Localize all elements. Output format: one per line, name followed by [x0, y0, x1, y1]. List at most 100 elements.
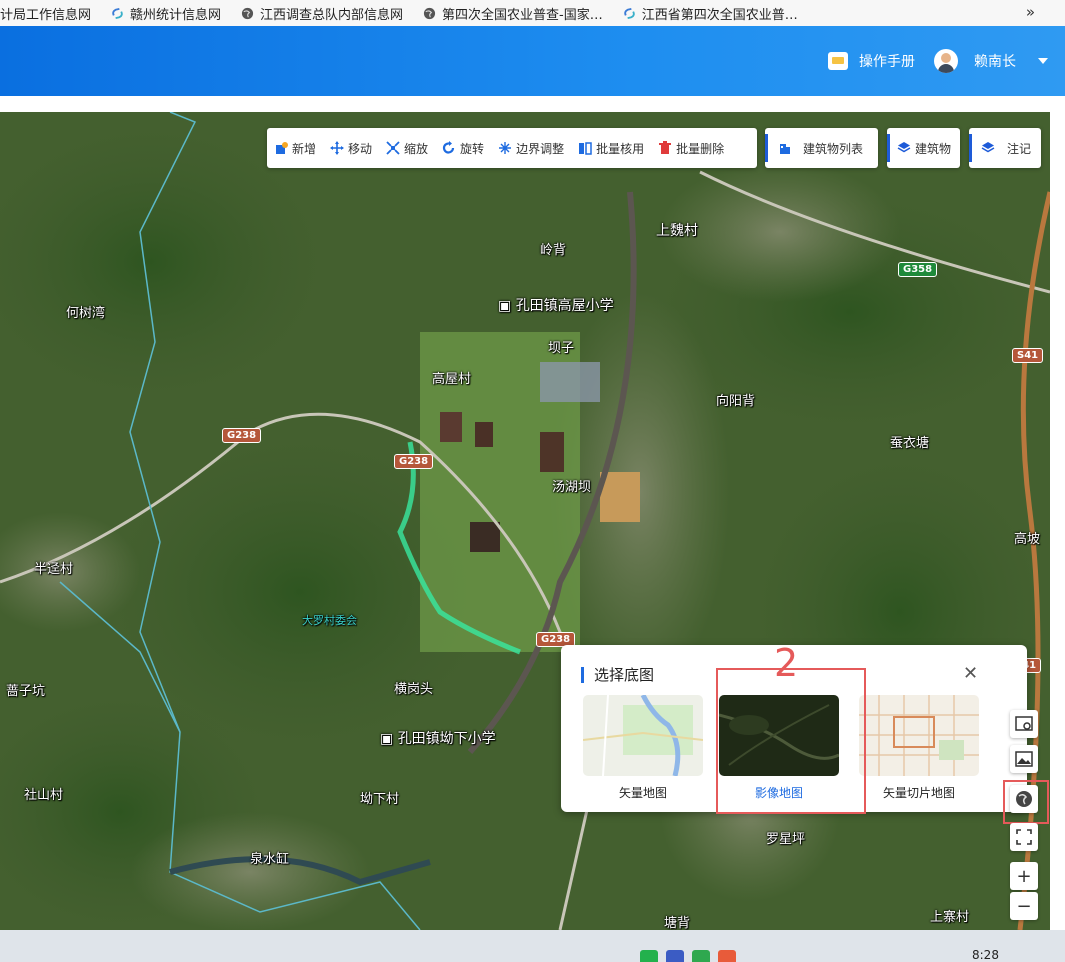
option-label: 矢量地图: [618, 786, 667, 800]
map-label: 上魏村: [656, 223, 698, 239]
tool-label: 批量核用: [596, 141, 645, 156]
divider: [887, 134, 890, 162]
bookmarks-overflow-button[interactable]: »: [1026, 3, 1035, 21]
panel-title: 选择底图: [581, 667, 654, 683]
map-label: 高坡: [1014, 532, 1041, 547]
scale-icon: [386, 141, 400, 155]
trash-icon: [659, 141, 672, 154]
globe-icon: [241, 7, 254, 19]
bookmark-label: 江西调查总队内部信息网: [260, 7, 404, 23]
layers-icon: [981, 142, 995, 153]
rotate-button[interactable]: 旋转: [442, 140, 484, 157]
image-layer-button[interactable]: [1010, 745, 1038, 773]
bookmark-item[interactable]: 江西调查总队内部信息网: [241, 4, 403, 23]
zoom-in-button[interactable]: +: [1010, 862, 1038, 890]
map-label: 横岗头: [394, 682, 434, 697]
building-list-button[interactable]: 建筑物列表: [778, 140, 863, 157]
layer-label: 注记: [1007, 141, 1032, 156]
tool-label: 缩放: [404, 141, 429, 156]
link-icon: [623, 7, 635, 19]
road-shield: G358: [898, 262, 938, 277]
annotation-layer-toolbar: 注记: [969, 128, 1041, 168]
poi-label: ▣ 孔田镇坳下小学: [380, 731, 496, 747]
batch-delete-button[interactable]: 批量删除: [658, 140, 724, 157]
map-label: 塘背: [664, 916, 691, 930]
annotation-layer-toggle[interactable]: 注记: [981, 140, 1031, 157]
manual-button[interactable]: 操作手册: [828, 51, 915, 71]
rotate-icon: [443, 141, 455, 154]
map-label: 岭背: [540, 243, 567, 258]
chevron-down-icon: [1038, 58, 1048, 64]
tool-label: 边界调整: [516, 141, 565, 156]
app-icon[interactable]: [718, 950, 736, 962]
map-label: 坝子: [548, 341, 575, 356]
layer-label: 建筑物: [915, 141, 952, 156]
vector-map-thumbnail: [583, 695, 703, 776]
bookmark-item[interactable]: 赣州统计信息网: [111, 4, 221, 23]
road-shield: S41: [1012, 348, 1044, 363]
road-shield: G238: [222, 428, 262, 443]
building-layer-toggle[interactable]: 建筑物: [897, 140, 951, 157]
app-icon[interactable]: [692, 950, 710, 962]
map-label: 泉水缸: [250, 852, 290, 867]
annotation-highlight-box: [716, 668, 866, 814]
building-list-toolbar: 建筑物列表: [765, 128, 878, 168]
boundary-adjust-button[interactable]: 边界调整: [498, 140, 564, 157]
taskbar-clock: 8:28: [972, 948, 999, 962]
taskbar-icons: [640, 950, 744, 962]
edit-toolbar: 新增 移动 缩放 旋转 边界调整 批量核用 批量删除: [267, 128, 757, 168]
map-label: 社山村: [24, 788, 64, 803]
divider: [969, 134, 972, 162]
boundary-adjust-icon: [499, 142, 512, 154]
bookmark-label: 计局工作信息网: [0, 7, 92, 23]
map-label: 汤湖坝: [552, 480, 592, 495]
globe-icon: [423, 7, 436, 19]
map-label: 蚕衣塘: [890, 436, 930, 451]
fullscreen-button[interactable]: [1010, 823, 1038, 851]
divider: [765, 134, 768, 162]
close-icon[interactable]: ✕: [963, 665, 978, 683]
image-compare-icon: [1015, 716, 1033, 731]
globe-icon: [1016, 791, 1032, 807]
vector-tile-map-thumbnail: [859, 695, 979, 776]
map-label: 大罗村委会: [302, 614, 357, 627]
batch-verify-icon: [579, 142, 592, 155]
add-button[interactable]: 新增: [274, 140, 316, 157]
compare-map-button[interactable]: [1010, 710, 1038, 738]
scale-button[interactable]: 缩放: [386, 140, 428, 157]
manual-icon: [828, 52, 848, 70]
zoom-out-button[interactable]: −: [1010, 892, 1038, 920]
map-label: 蔷子坑: [6, 684, 46, 699]
road-shield: G238: [394, 454, 434, 469]
map-label: 孔田镇坳下小学: [397, 731, 496, 747]
basemap-switch-button[interactable]: [1010, 785, 1038, 813]
manual-label: 操作手册: [859, 54, 915, 70]
bookmark-item[interactable]: 第四次全国农业普查-国家…: [423, 4, 603, 23]
app-icon[interactable]: [666, 950, 684, 962]
map-label: 罗星坪: [766, 832, 806, 847]
map-label: 半迳村: [34, 562, 74, 577]
add-building-icon: [276, 142, 288, 154]
tool-label: 移动: [348, 141, 373, 156]
building-list-label: 建筑物列表: [803, 141, 864, 156]
map-label: 坳下村: [360, 792, 400, 807]
app-header: 操作手册 赖南长: [0, 26, 1065, 96]
batch-verify-button[interactable]: 批量核用: [578, 140, 644, 157]
basemap-option-vector[interactable]: 矢量地图: [583, 695, 703, 801]
os-taskbar: [0, 930, 1065, 962]
wechat-icon[interactable]: [640, 950, 658, 962]
option-label: 矢量切片地图: [882, 786, 955, 800]
avatar: [934, 49, 958, 73]
building-icon: [780, 144, 790, 154]
user-name: 赖南长: [974, 54, 1016, 70]
bookmark-label: 第四次全国农业普查-国家…: [442, 7, 603, 23]
user-menu[interactable]: 赖南长: [934, 49, 1048, 73]
bookmark-item[interactable]: 计局工作信息网: [0, 4, 91, 23]
move-button[interactable]: 移动: [330, 140, 372, 157]
map-label: 高屋村: [432, 372, 472, 387]
tool-label: 新增: [292, 141, 317, 156]
tool-label: 旋转: [460, 141, 485, 156]
image-icon: [1015, 751, 1033, 767]
bookmark-item[interactable]: 江西省第四次全国农业普…: [623, 4, 798, 23]
basemap-option-vector-tile[interactable]: 矢量切片地图: [859, 695, 979, 801]
